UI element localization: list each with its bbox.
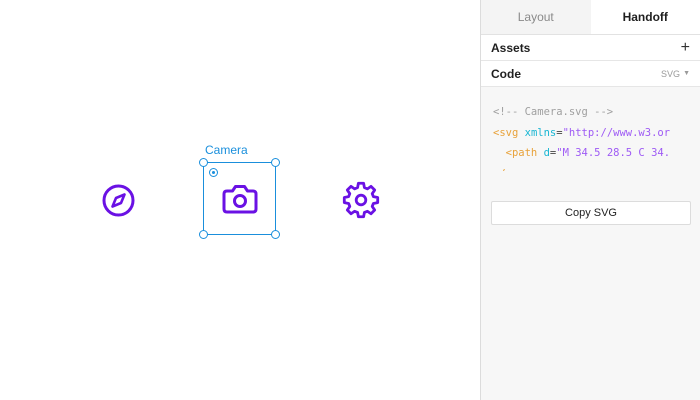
code-format-dropdown[interactable]: SVG ▼: [661, 69, 690, 79]
add-asset-icon[interactable]: +: [681, 39, 690, 56]
selection-label: Camera: [205, 143, 248, 157]
code-token: <: [493, 147, 512, 159]
copy-svg-button[interactable]: Copy SVG: [491, 201, 691, 225]
selection-box[interactable]: [199, 158, 280, 239]
chevron-down-icon: ▼: [683, 70, 690, 77]
resize-handle-top-right[interactable]: [271, 158, 280, 167]
code-section-header: Code SVG ▼: [481, 61, 700, 87]
code-token: </: [493, 168, 506, 172]
code-title: Code: [491, 66, 521, 81]
code-format-value: SVG: [661, 68, 681, 79]
assets-title: Assets: [491, 40, 531, 55]
compass-icon[interactable]: [101, 183, 136, 218]
code-token: >: [525, 168, 531, 172]
panel-tabs: Layout Handoff: [481, 0, 700, 35]
tab-layout[interactable]: Layout: [481, 0, 591, 34]
assets-section-header: Assets +: [481, 35, 700, 61]
code-line-comment: <!-- Camera.svg -->: [493, 106, 614, 118]
code-snippet: <!-- Camera.svg --> <svg xmlns="http://w…: [481, 87, 700, 171]
code-token: "http://www.w3.or: [562, 126, 671, 139]
resize-handle-bottom-left[interactable]: [199, 230, 208, 239]
tab-handoff[interactable]: Handoff: [590, 0, 700, 34]
code-token: xmlns: [518, 126, 557, 139]
code-token: path: [511, 147, 538, 159]
gear-icon[interactable]: [342, 181, 380, 219]
resize-handle-top-left[interactable]: [199, 158, 208, 167]
code-token: svg: [506, 168, 525, 172]
code-token: svg: [499, 126, 519, 139]
code-token: "M 34.5 28.5 C 34.: [556, 147, 671, 159]
resize-handle-bottom-right[interactable]: [271, 230, 280, 239]
inspector-panel: Layout Handoff Assets + Code SVG ▼ <!-- …: [480, 0, 700, 400]
design-canvas[interactable]: Camera: [0, 0, 480, 400]
code-token: d: [537, 147, 550, 159]
origin-anchor-icon[interactable]: [209, 168, 218, 177]
